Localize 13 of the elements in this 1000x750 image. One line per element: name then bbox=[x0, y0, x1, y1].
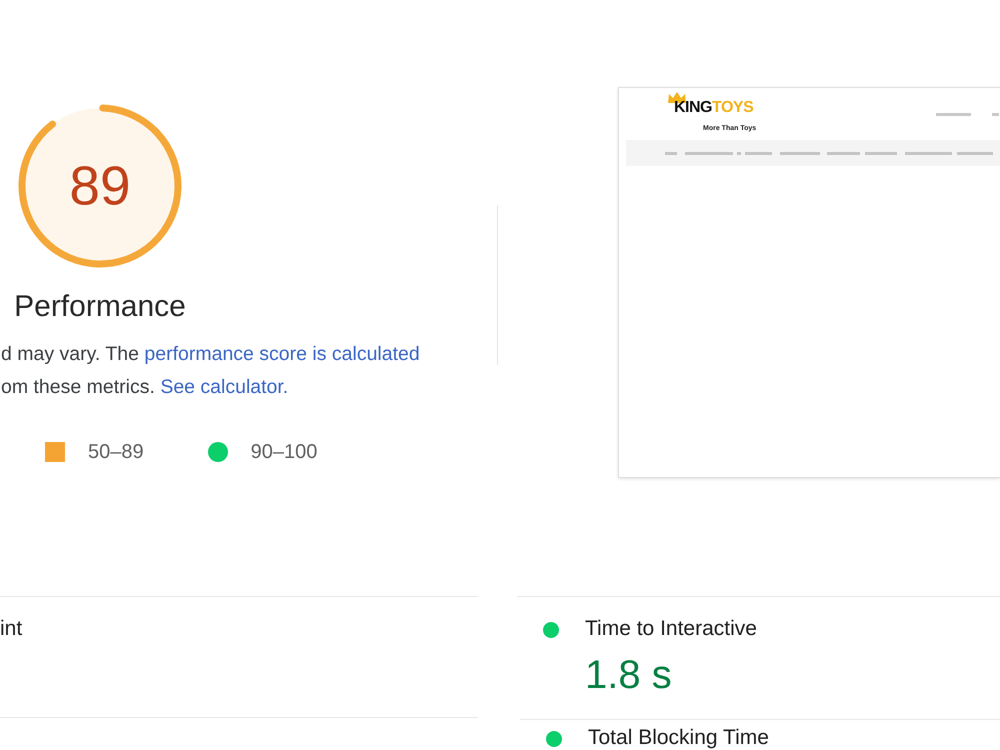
metric-title: int bbox=[0, 617, 22, 640]
category-title: Performance bbox=[14, 289, 186, 325]
link[interactable]: performance score is calculated bbox=[144, 343, 420, 365]
legend-range: 90–100 bbox=[250, 440, 318, 464]
link[interactable]: See calculator. bbox=[160, 376, 288, 398]
blurred-text-line bbox=[936, 112, 971, 116]
metric-value: 1.8 s bbox=[585, 652, 672, 698]
score-value: 89 bbox=[69, 158, 131, 214]
legend-range: 50–89 bbox=[88, 440, 144, 464]
metric-title: Total Blocking Time bbox=[588, 726, 769, 749]
performance-note: d may vary. The performance score is calculated om these metrics. See calculator. bbox=[1, 342, 421, 400]
metric-title: Time to Interactive bbox=[585, 617, 757, 640]
logo-wordmark: KINGTOYS bbox=[673, 100, 754, 116]
